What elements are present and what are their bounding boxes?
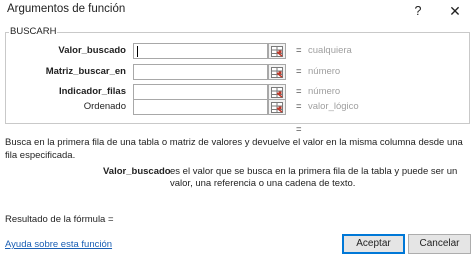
range-select-icon[interactable] (268, 64, 286, 80)
function-description: Busca en la primera fila de una tabla o … (5, 137, 463, 161)
arg-equals: = (296, 101, 302, 112)
arg-value-hint: número (308, 66, 341, 77)
arg-label-indicador-filas: Indicador_filas (58, 86, 126, 97)
ordenado-input[interactable] (133, 99, 268, 115)
arg-label-valor-buscado: Valor_buscado (58, 45, 126, 56)
arg-equals: = (296, 86, 302, 97)
arg-label-matriz-buscar-en: Matriz_buscar_en (45, 66, 126, 77)
range-select-icon[interactable] (268, 99, 286, 115)
cancel-button[interactable]: Cancelar (408, 234, 471, 254)
indicador-filas-input[interactable] (133, 84, 268, 100)
arg-value-hint: cualquiera (308, 45, 352, 56)
arg-equals: = (296, 45, 302, 56)
function-name: BUSCARH (9, 26, 58, 37)
range-select-icon[interactable] (268, 43, 286, 59)
arg-label-ordenado: Ordenado (83, 101, 126, 112)
valor-buscado-input[interactable] (133, 43, 268, 59)
help-link[interactable]: Ayuda sobre esta función (5, 239, 112, 250)
param-help-text: es el valor que se busca en la primera f… (170, 166, 458, 189)
param-help-name: Valor_buscado (103, 166, 171, 177)
formula-result-label: Resultado de la fórmula = (5, 214, 114, 225)
window-title: Argumentos de función (7, 3, 126, 15)
title-bar: Argumentos de función ? ✕ (0, 0, 474, 24)
arg-value-hint: número (308, 86, 341, 97)
close-icon[interactable]: ✕ (446, 1, 464, 21)
arg-equals: = (296, 66, 302, 77)
matriz-buscar-en-input[interactable] (133, 64, 268, 80)
help-icon[interactable]: ? (410, 1, 426, 21)
accept-button[interactable]: Aceptar (342, 234, 405, 254)
text-caret (137, 46, 138, 57)
function-result-equals: = (296, 124, 302, 135)
arg-value-hint: valor_lógico (308, 101, 359, 112)
range-select-icon[interactable] (268, 84, 286, 100)
